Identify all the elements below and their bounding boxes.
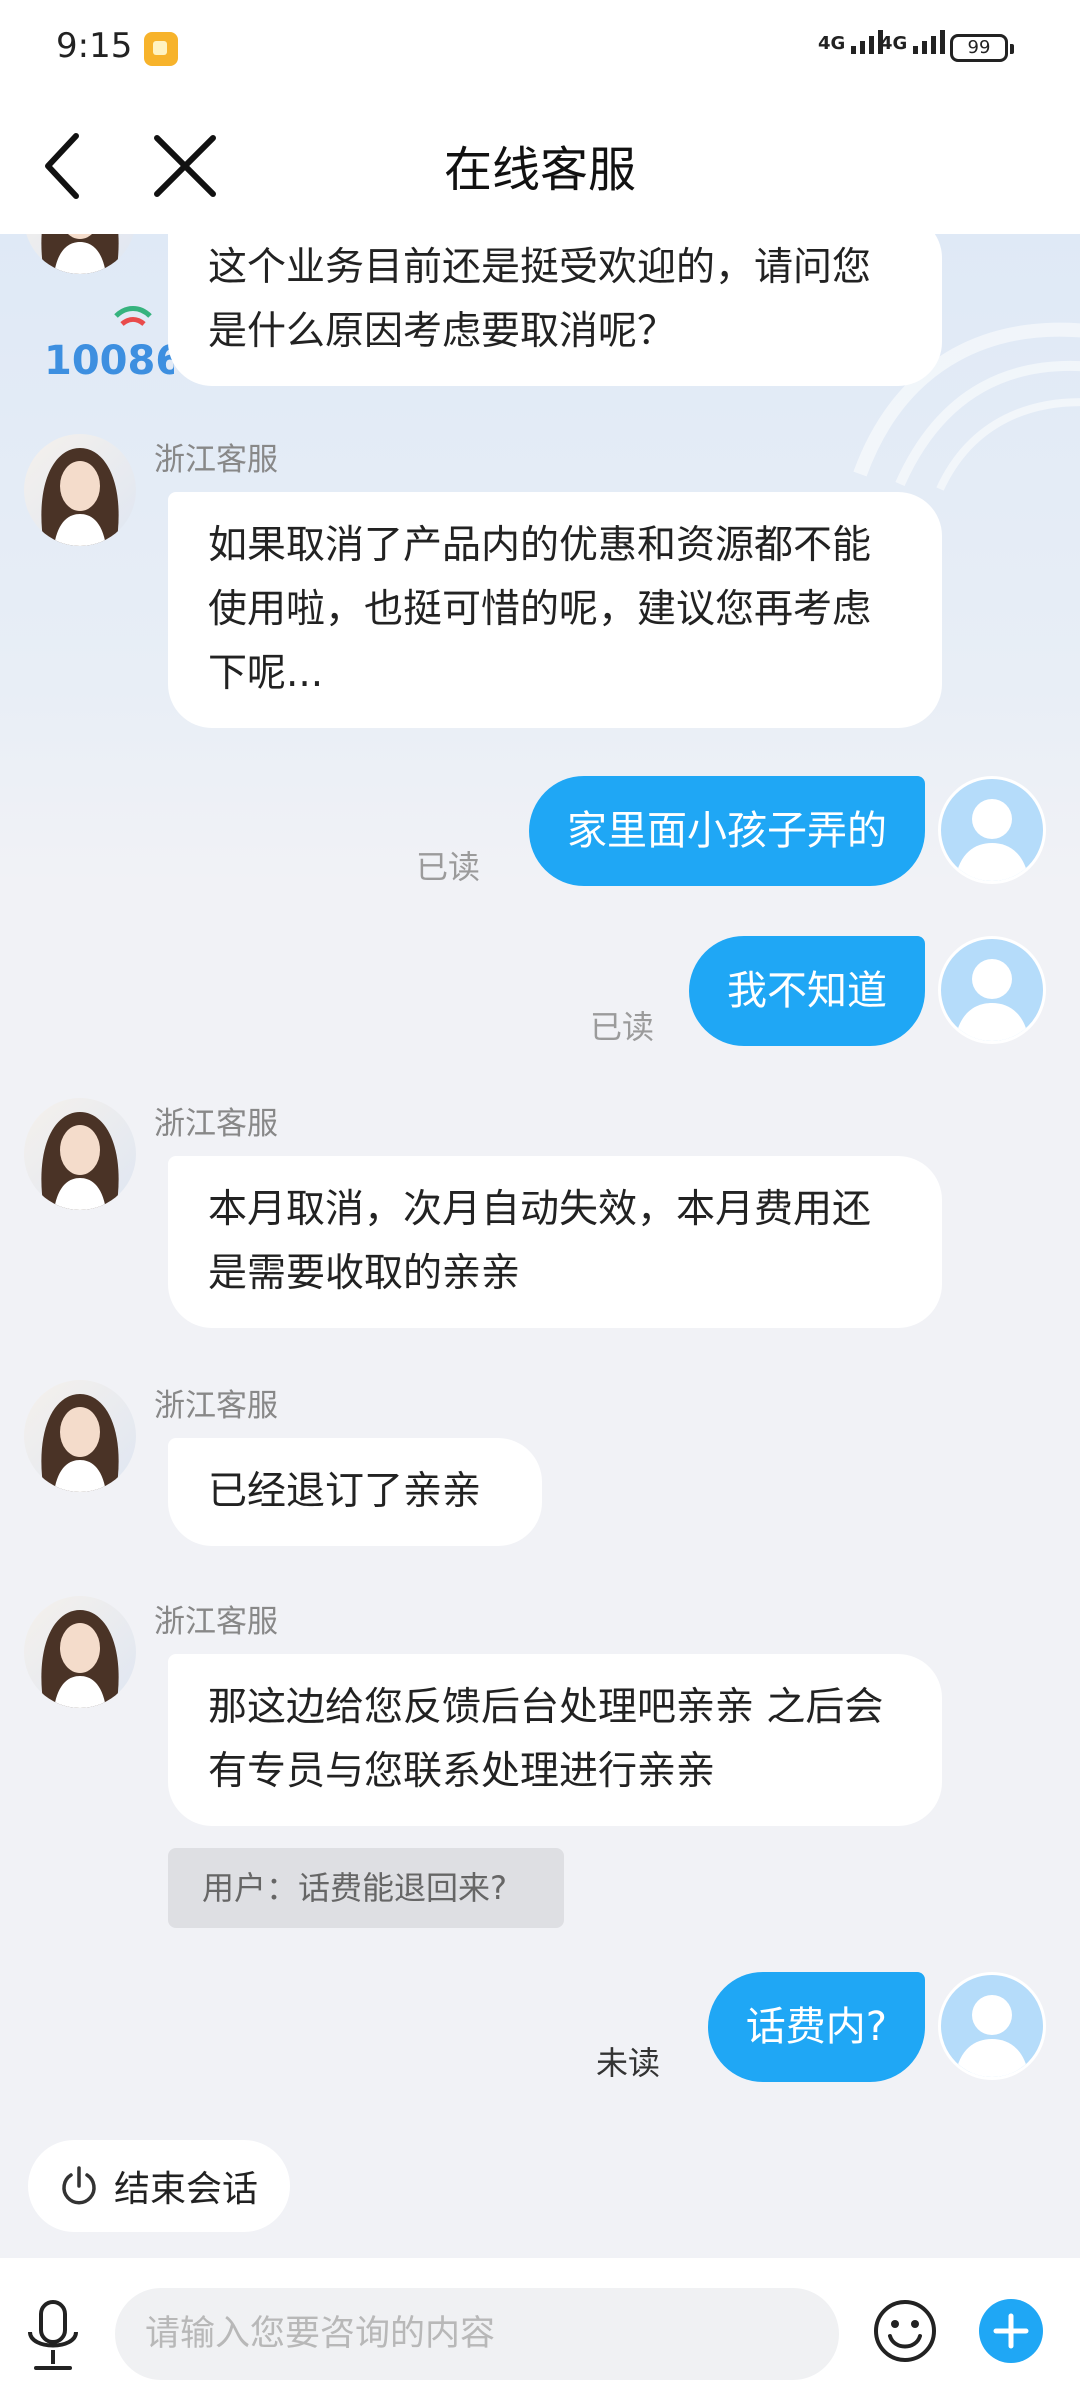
plus-icon[interactable] xyxy=(978,2298,1044,2364)
user-message-text: 话费内? xyxy=(745,2004,887,2050)
agent-message-text: 那这边给您反馈后台处理吧亲亲 之后会有专员与您联系处理进行亲亲 xyxy=(208,1685,884,1794)
navigation-bar: 在线客服 xyxy=(0,100,1080,234)
signal-2-icon: 4G xyxy=(880,30,946,54)
user-message-bubble: 我不知道 xyxy=(689,936,925,1046)
agent-message-text: 这个业务目前还是挺受欢迎的，请问您是什么原因考虑要取消呢？ xyxy=(208,245,872,354)
user-message-text: 我不知道 xyxy=(727,968,887,1014)
read-status: 已读 xyxy=(416,848,481,886)
notification-app-icon xyxy=(144,32,178,66)
unread-status: 未读 xyxy=(596,2044,661,2082)
agent-avatar xyxy=(24,434,136,546)
agent-message-bubble: 本月取消，次月自动失效，本月费用还是需要收取的亲亲 xyxy=(168,1156,942,1328)
agent-message-text: 如果取消了产品内的优惠和资源都不能使用啦，也挺可惜的呢，建议您再考虑下呢... xyxy=(208,523,872,696)
signal-1-icon: 4G xyxy=(818,30,884,54)
agent-avatar xyxy=(24,1380,136,1492)
battery-icon: 99 xyxy=(950,34,1014,62)
agent-avatar xyxy=(24,234,136,274)
power-icon xyxy=(62,2166,96,2205)
chat-area[interactable]: 10086 这个业务目前还是挺受欢迎的，请问您是什么原因考虑要取消呢？ 浙江客服… xyxy=(0,234,1080,2258)
read-status: 已读 xyxy=(590,1008,655,1046)
suggested-question-chip[interactable]: 用户：话费能退回来? xyxy=(168,1848,564,1928)
network-type-2: 4G xyxy=(880,33,908,54)
brand-logo-text: 10086 xyxy=(44,338,174,384)
agent-avatar xyxy=(24,1596,136,1708)
user-message-text: 家里面小孩子弄的 xyxy=(567,808,887,854)
user-message-bubble: 话费内? xyxy=(707,1972,925,2082)
sender-name: 浙江客服 xyxy=(154,442,278,478)
network-type-1: 4G xyxy=(818,33,846,54)
end-session-button[interactable]: 结束会话 xyxy=(28,2140,290,2232)
end-session-label: 结束会话 xyxy=(114,2169,259,2210)
user-message-bubble: 家里面小孩子弄的 xyxy=(529,776,925,886)
message-input[interactable] xyxy=(115,2288,839,2380)
agent-message-text: 已经退订了亲亲 xyxy=(208,1469,482,1514)
agent-message-text: 本月取消，次月自动失效，本月费用还是需要收取的亲亲 xyxy=(208,1187,872,1296)
agent-avatar xyxy=(24,1098,136,1210)
status-bar: 9:15 4G 4G 99 xyxy=(0,0,1080,100)
battery-level: 99 xyxy=(967,37,991,58)
brand-logo: 10086 xyxy=(44,306,174,384)
user-avatar xyxy=(938,936,1046,1044)
user-avatar xyxy=(938,1972,1046,2080)
agent-message-bubble: 那这边给您反馈后台处理吧亲亲 之后会有专员与您联系处理进行亲亲 xyxy=(168,1654,942,1826)
sender-name: 浙江客服 xyxy=(154,1106,278,1142)
sender-name: 浙江客服 xyxy=(154,1388,278,1424)
sender-name: 浙江客服 xyxy=(154,1604,278,1640)
page-title: 在线客服 xyxy=(443,142,636,198)
status-time: 9:15 xyxy=(56,26,133,66)
agent-message-bubble: 已经退订了亲亲 xyxy=(168,1438,542,1546)
agent-message-bubble: 这个业务目前还是挺受欢迎的，请问您是什么原因考虑要取消呢？ xyxy=(168,234,942,386)
input-bar xyxy=(0,2258,1080,2400)
microphone-icon[interactable] xyxy=(20,2298,86,2374)
user-avatar xyxy=(938,776,1046,884)
emoji-icon[interactable] xyxy=(872,2298,938,2364)
agent-message-bubble: 如果取消了产品内的优惠和资源都不能使用啦，也挺可惜的呢，建议您再考虑下呢... xyxy=(168,492,942,728)
